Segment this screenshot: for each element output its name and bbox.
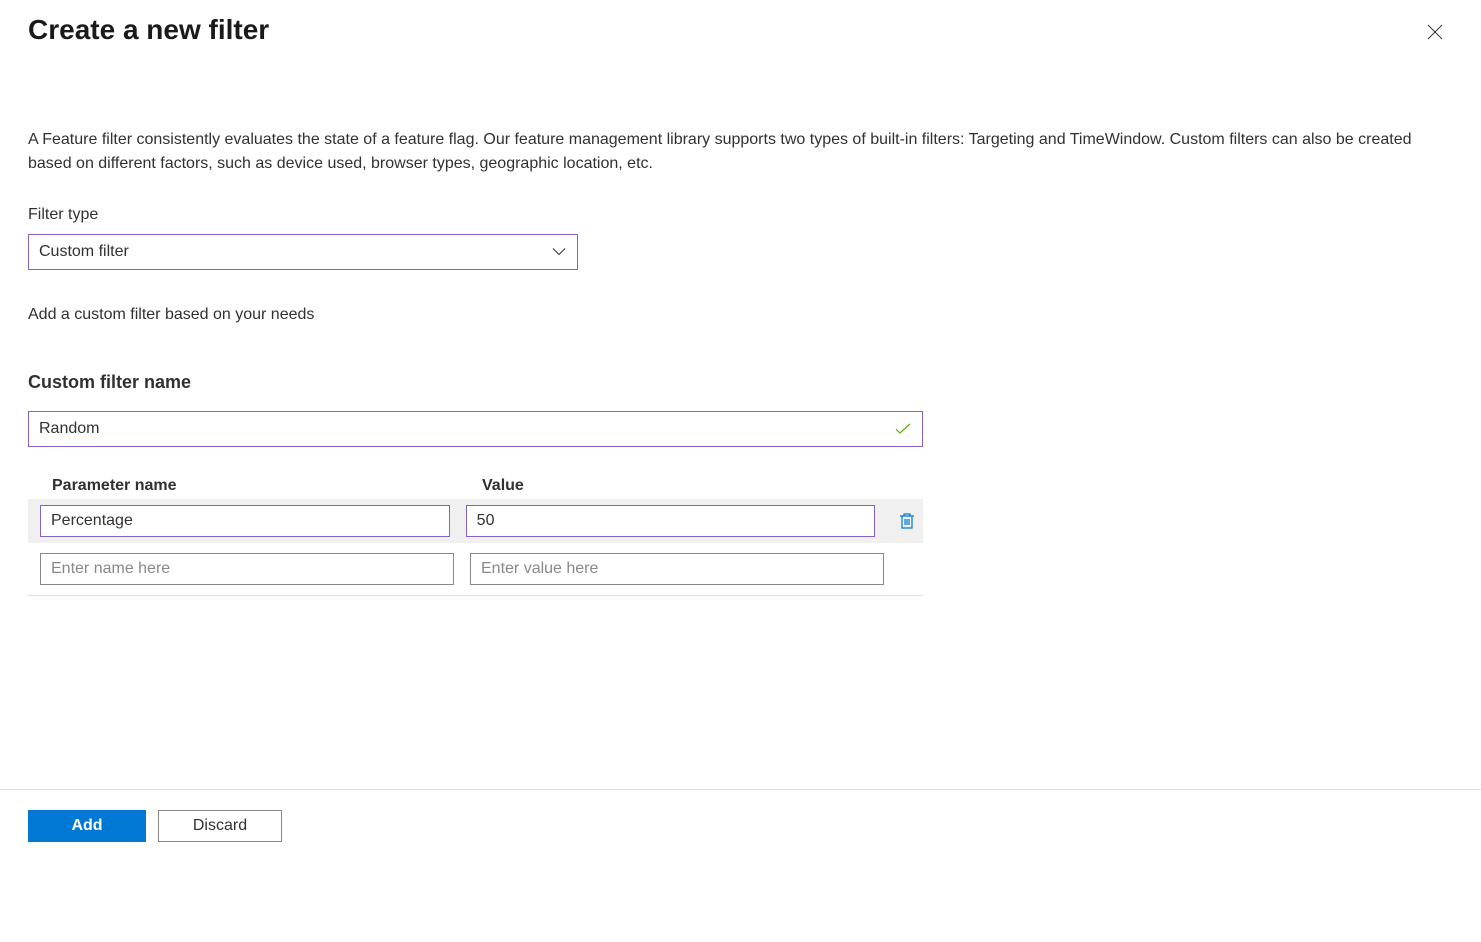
close-icon bbox=[1427, 24, 1443, 40]
custom-filter-name-input[interactable] bbox=[28, 411, 923, 447]
param-header-value: Value bbox=[482, 477, 896, 495]
param-value-input[interactable] bbox=[466, 505, 876, 537]
discard-button[interactable]: Discard bbox=[158, 810, 282, 842]
param-row-empty bbox=[28, 547, 923, 591]
param-value-input-empty[interactable] bbox=[470, 553, 884, 585]
trash-icon bbox=[899, 512, 915, 530]
filter-type-select[interactable]: Custom filter bbox=[28, 234, 578, 270]
footer: Add Discard bbox=[0, 789, 1481, 862]
parameters-table: Parameter name Value bbox=[28, 477, 923, 591]
param-name-input[interactable] bbox=[40, 505, 450, 537]
close-button[interactable] bbox=[1425, 22, 1445, 42]
add-button[interactable]: Add bbox=[28, 810, 146, 842]
checkmark-icon bbox=[895, 423, 911, 435]
helper-text: Add a custom filter based on your needs bbox=[28, 306, 1453, 324]
param-row bbox=[28, 499, 923, 543]
param-header-name: Parameter name bbox=[52, 477, 466, 495]
delete-param-button[interactable] bbox=[891, 505, 923, 537]
filter-type-label: Filter type bbox=[28, 206, 1453, 224]
custom-filter-name-label: Custom filter name bbox=[28, 372, 1453, 393]
page-title: Create a new filter bbox=[28, 14, 269, 46]
param-name-input-empty[interactable] bbox=[40, 553, 454, 585]
divider bbox=[28, 595, 923, 596]
description-text: A Feature filter consistently evaluates … bbox=[28, 128, 1453, 176]
